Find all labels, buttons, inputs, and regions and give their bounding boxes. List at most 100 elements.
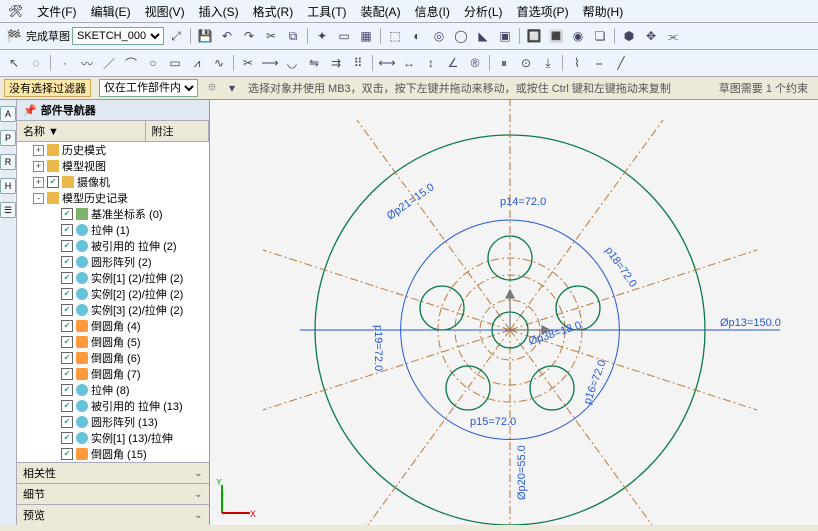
- constrain-icon[interactable]: ⏸: [494, 53, 514, 73]
- lasso-icon[interactable]: ◌: [26, 53, 46, 73]
- nav-part-icon[interactable]: P: [0, 130, 16, 146]
- line-icon[interactable]: ／: [99, 53, 119, 73]
- point-icon[interactable]: ·: [55, 53, 75, 73]
- hole-icon[interactable]: ◎: [429, 26, 449, 46]
- ref-toggle-icon[interactable]: ⌇: [567, 53, 587, 73]
- tree-node[interactable]: ✔拉伸 (1): [17, 222, 209, 238]
- filter-label[interactable]: 没有选择过滤器: [4, 79, 91, 97]
- filter-btn-1[interactable]: ⯐: [202, 78, 222, 98]
- cut-icon[interactable]: ✂: [261, 26, 281, 46]
- mirror-icon[interactable]: ⇋: [304, 53, 324, 73]
- menu-help[interactable]: 帮助(H): [583, 3, 624, 20]
- section-dependency[interactable]: 相关性⌄: [17, 462, 209, 483]
- select-icon[interactable]: ↖: [4, 53, 24, 73]
- filter-btn-2[interactable]: ▾: [222, 78, 242, 98]
- menu-edit[interactable]: 编辑(E): [91, 3, 131, 20]
- tree-node[interactable]: ✔圆形阵列 (13): [17, 414, 209, 430]
- tree-node[interactable]: ✔倒圆角 (4): [17, 318, 209, 334]
- copy-icon[interactable]: ⧉: [283, 26, 303, 46]
- undo-icon[interactable]: ↶: [217, 26, 237, 46]
- angle-dim-icon[interactable]: ∠: [443, 53, 463, 73]
- tree-node[interactable]: -模型历史记录: [17, 190, 209, 206]
- profile-icon[interactable]: 〰: [77, 53, 97, 73]
- tree-node[interactable]: ✔实例[1] (2)/拉伸 (2): [17, 270, 209, 286]
- menu-file[interactable]: 文件(F): [37, 3, 76, 20]
- trim-icon[interactable]: ✂: [238, 53, 258, 73]
- tree-node[interactable]: ✔实例[2] (2)/拉伸 (2): [17, 286, 209, 302]
- rect-icon[interactable]: ▭: [165, 53, 185, 73]
- graphics-canvas[interactable]: Øp13=150.0: [210, 100, 818, 525]
- render-icon[interactable]: ◉: [568, 26, 588, 46]
- section-preview[interactable]: 预览⌄: [17, 504, 209, 525]
- circle-icon[interactable]: ○: [143, 53, 163, 73]
- radius-dim-icon[interactable]: ®: [465, 53, 485, 73]
- pin-icon[interactable]: 📌: [23, 104, 37, 117]
- assembly-icon[interactable]: ⬢: [619, 26, 639, 46]
- tree-node[interactable]: ✔圆形阵列 (2): [17, 254, 209, 270]
- project-icon[interactable]: ⤓: [538, 53, 558, 73]
- polyline-icon[interactable]: ⩘: [187, 53, 207, 73]
- menu-analysis[interactable]: 分析(L): [464, 3, 503, 20]
- tree-node[interactable]: +模型视图: [17, 158, 209, 174]
- menu-tools[interactable]: 工具(T): [307, 3, 346, 20]
- tree-node[interactable]: ✔基准坐标系 (0): [17, 206, 209, 222]
- menu-info[interactable]: 信息(I): [415, 3, 450, 20]
- offset-icon[interactable]: ⇉: [326, 53, 346, 73]
- arc-icon[interactable]: ⌒: [121, 53, 141, 73]
- coinc-icon[interactable]: ⊙: [516, 53, 536, 73]
- pattern-icon[interactable]: ⠿: [348, 53, 368, 73]
- menu-assembly[interactable]: 装配(A): [361, 3, 401, 20]
- wcs-icon[interactable]: ✦: [312, 26, 332, 46]
- chamfer-icon[interactable]: ◣: [473, 26, 493, 46]
- nav-assemblies-icon[interactable]: A: [0, 106, 16, 122]
- tree-node[interactable]: +✔摄像机: [17, 174, 209, 190]
- grid-icon[interactable]: ▦: [356, 26, 376, 46]
- finish-sketch-label[interactable]: 完成草图: [26, 28, 70, 44]
- move-icon[interactable]: ✥: [641, 26, 661, 46]
- fillet-icon[interactable]: ◡: [282, 53, 302, 73]
- extend-icon[interactable]: ⟶: [260, 53, 280, 73]
- box-icon[interactable]: ▭: [334, 26, 354, 46]
- tree-node[interactable]: ✔实例[1] (13)/拉伸: [17, 430, 209, 446]
- tree-node[interactable]: ✔倒圆角 (7): [17, 366, 209, 382]
- horiz-dim-icon[interactable]: ↔: [399, 53, 419, 73]
- section-details[interactable]: 细节⌄: [17, 483, 209, 504]
- sketch-name-combo[interactable]: SKETCH_000: [72, 27, 164, 45]
- tree-node[interactable]: ✔被引用的 拉伸 (13): [17, 398, 209, 414]
- nav-history-icon[interactable]: H: [0, 178, 16, 194]
- construct-icon[interactable]: ╱: [611, 53, 631, 73]
- spline-icon[interactable]: ∿: [209, 53, 229, 73]
- mate-icon[interactable]: ⫘: [663, 26, 683, 46]
- tree-node[interactable]: +历史模式: [17, 142, 209, 158]
- filter-scope-combo[interactable]: 仅在工作部件内: [99, 79, 198, 97]
- nav-reuse-icon[interactable]: R: [0, 154, 16, 170]
- model-tree[interactable]: +历史模式+模型视图+✔摄像机-模型历史记录✔基准坐标系 (0)✔拉伸 (1)✔…: [17, 142, 209, 462]
- tree-node[interactable]: ✔倒圆角 (15): [17, 446, 209, 462]
- tree-node[interactable]: ✔倒圆角 (6): [17, 350, 209, 366]
- tree-node[interactable]: ✔被引用的 拉伸 (2): [17, 238, 209, 254]
- auto-dim-icon[interactable]: ⎯: [589, 53, 609, 73]
- orient-icon[interactable]: ⤢: [166, 26, 186, 46]
- menu-insert[interactable]: 插入(S): [199, 3, 239, 20]
- finish-sketch-icon[interactable]: 🏁: [4, 26, 24, 46]
- menu-format[interactable]: 格式(R): [253, 3, 294, 20]
- wire-icon[interactable]: 🔳: [546, 26, 566, 46]
- menu-view[interactable]: 视图(V): [145, 3, 185, 20]
- redo-icon[interactable]: ↷: [239, 26, 259, 46]
- revolve-icon[interactable]: ◐: [407, 26, 427, 46]
- blend-icon[interactable]: ◯: [451, 26, 471, 46]
- save-icon[interactable]: 💾: [195, 26, 215, 46]
- col-note[interactable]: 附注: [146, 121, 209, 141]
- dim-icon[interactable]: ⟷: [377, 53, 397, 73]
- extrude-icon[interactable]: ⬚: [385, 26, 405, 46]
- nav-roles-icon[interactable]: ☰: [0, 202, 16, 218]
- menu-prefs[interactable]: 首选项(P): [517, 3, 569, 20]
- tree-node[interactable]: ✔倒圆角 (5): [17, 334, 209, 350]
- layer-icon[interactable]: ❏: [590, 26, 610, 46]
- vert-dim-icon[interactable]: ↕: [421, 53, 441, 73]
- col-name[interactable]: 名称 ▼: [17, 121, 146, 141]
- tree-node[interactable]: ✔拉伸 (8): [17, 382, 209, 398]
- tree-node[interactable]: ✔实例[3] (2)/拉伸 (2): [17, 302, 209, 318]
- shell-icon[interactable]: ▣: [495, 26, 515, 46]
- shade-icon[interactable]: 🔲: [524, 26, 544, 46]
